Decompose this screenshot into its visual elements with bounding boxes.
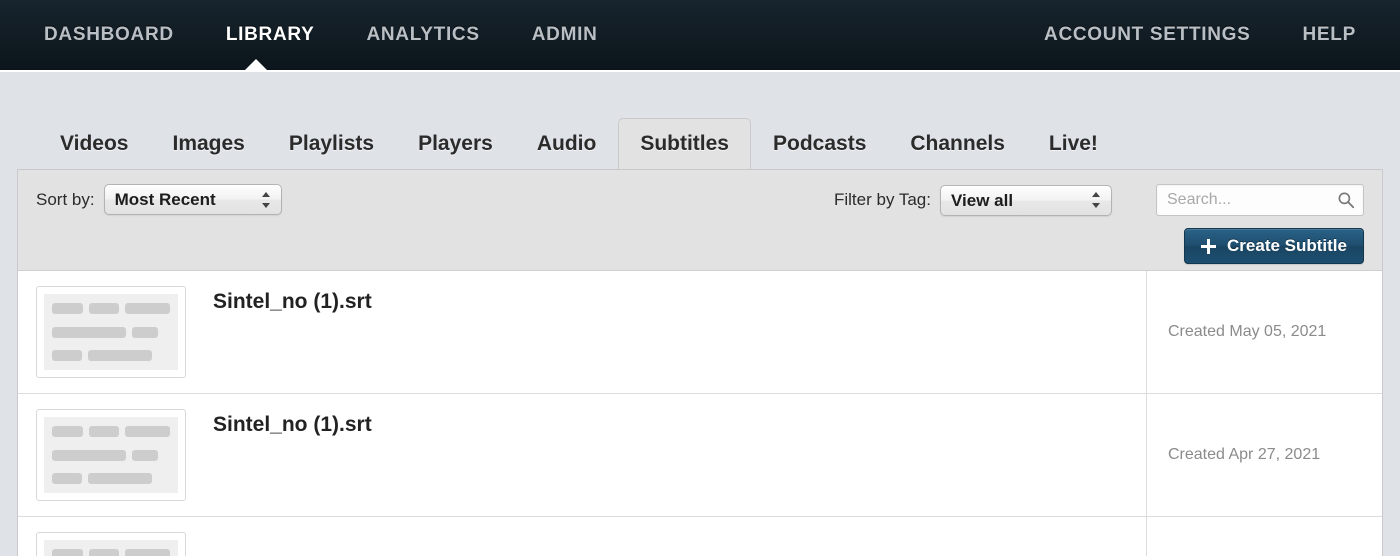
subtitle-meta: Created May 05, 2021 — [1146, 271, 1382, 393]
nav-item-help[interactable]: HELP — [1277, 0, 1382, 71]
document-placeholder-icon — [44, 540, 178, 556]
table-row[interactable]: Sintel_no (1).srt Created Apr 27, 2021 — [18, 394, 1382, 517]
nav-item-admin[interactable]: ADMIN — [506, 0, 624, 71]
nav-item-dashboard[interactable]: DASHBOARD — [18, 0, 200, 71]
document-placeholder-icon — [44, 417, 178, 493]
tab-channels[interactable]: Channels — [888, 118, 1027, 169]
subtitle-title[interactable]: Sintel_no (1).srt — [213, 413, 372, 437]
filter-by-tag-value: View all — [951, 190, 1014, 210]
created-date: Created May 05, 2021 — [1168, 323, 1327, 340]
tab-live[interactable]: Live! — [1027, 118, 1120, 169]
tag-and-search-group: Filter by Tag: View all — [834, 184, 1364, 216]
subtitle-thumbnail — [36, 532, 186, 556]
table-row[interactable]: Sintel_no (1).srt Created May 05, 2021 — [18, 271, 1382, 394]
top-nav-right-group: ACCOUNT SETTINGS HELP — [1018, 0, 1382, 71]
subtitle-list: Sintel_no (1).srt Created May 05, 2021 S… — [18, 271, 1382, 556]
subtitle-title[interactable]: Sintel_no (1).srt — [213, 290, 372, 314]
created-date: Created Apr 27, 2021 — [1168, 446, 1321, 463]
document-placeholder-icon — [44, 294, 178, 370]
nav-item-library[interactable]: LIBRARY — [200, 0, 341, 71]
nav-item-account-settings[interactable]: ACCOUNT SETTINGS — [1018, 0, 1276, 71]
subtitle-thumbnail — [36, 286, 186, 378]
filter-right-group: Filter by Tag: View all Search... Create… — [834, 184, 1364, 264]
top-navigation-bar: DASHBOARD LIBRARY ANALYTICS ADMIN ACCOUN… — [0, 0, 1400, 72]
sort-by-select[interactable]: Most Recent — [103, 184, 282, 215]
filter-by-tag-select[interactable]: View all — [940, 184, 1112, 216]
nav-item-analytics[interactable]: ANALYTICS — [340, 0, 505, 71]
tab-subtitles[interactable]: Subtitles — [618, 118, 751, 169]
tab-videos[interactable]: Videos — [38, 118, 150, 169]
create-subtitle-label: Create Subtitle — [1227, 236, 1347, 255]
tab-podcasts[interactable]: Podcasts — [751, 118, 888, 169]
top-nav-left-group: DASHBOARD LIBRARY ANALYTICS ADMIN — [18, 0, 624, 71]
subtitle-thumbnail — [36, 409, 186, 501]
active-nav-pointer-icon — [245, 59, 267, 70]
tab-playlists[interactable]: Playlists — [267, 118, 396, 169]
tab-players[interactable]: Players — [396, 118, 515, 169]
filter-by-tag-label: Filter by Tag: — [833, 190, 931, 209]
search-box[interactable] — [1156, 184, 1364, 216]
subtitle-meta: Created Apr 27, 2021 — [1146, 394, 1382, 516]
filter-toolbar: Sort by: Most Recent Filter by Tag: View… — [18, 170, 1382, 271]
chevron-updown-icon — [1092, 191, 1101, 209]
table-row[interactable] — [18, 517, 1382, 556]
create-subtitle-button[interactable]: Create Subtitle — [1184, 228, 1364, 264]
plus-icon — [1201, 238, 1217, 254]
subtitle-meta — [1146, 517, 1382, 556]
tab-images[interactable]: Images — [150, 118, 266, 169]
sort-by-value: Most Recent — [114, 190, 216, 209]
sort-by-label: Sort by: — [36, 189, 95, 209]
library-tab-strip: Videos Images Playlists Players Audio Su… — [17, 112, 1383, 169]
subtitles-panel: Sort by: Most Recent Filter by Tag: View… — [17, 169, 1383, 556]
tab-audio[interactable]: Audio — [515, 118, 618, 169]
page-body: Videos Images Playlists Players Audio Su… — [0, 72, 1400, 556]
chevron-updown-icon — [261, 191, 271, 209]
search-input[interactable] — [1157, 185, 1363, 215]
